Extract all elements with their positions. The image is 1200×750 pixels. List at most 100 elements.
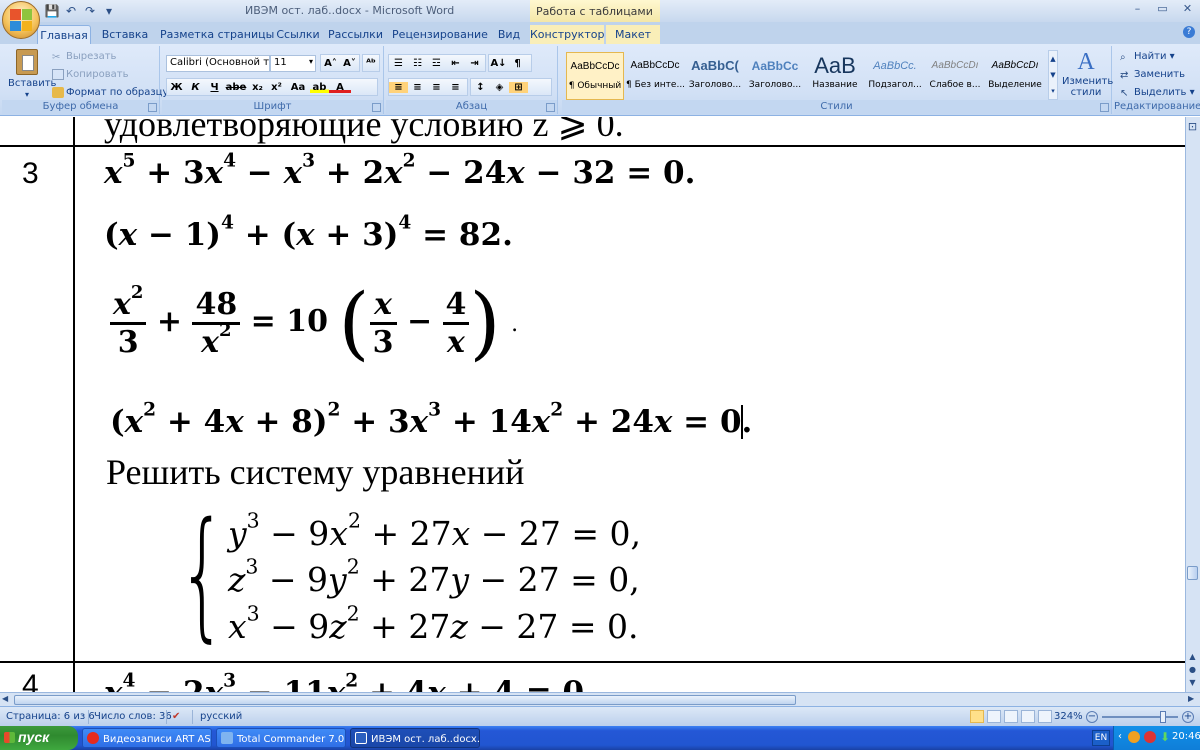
tray-opera-icon[interactable] <box>1144 731 1156 743</box>
underline-button[interactable]: Ч <box>205 82 224 93</box>
bold-button[interactable]: Ж <box>167 82 186 93</box>
zoom-slider-thumb[interactable] <box>1160 711 1166 723</box>
scroll-down-icon[interactable]: ▼ <box>1187 678 1198 687</box>
clipboard-dialog-launcher[interactable] <box>148 103 157 112</box>
redo-icon[interactable]: ↷ <box>82 3 98 19</box>
style-tile-no-spacing[interactable]: AaBbCcDc ¶ Без инте... <box>626 52 684 100</box>
zoom-level[interactable]: 324% <box>1054 711 1083 722</box>
word-count[interactable]: Число слов: 36 <box>94 711 172 722</box>
style-tile-subtitle[interactable]: AaBbCc. Подзагол... <box>866 52 924 100</box>
increase-indent-icon[interactable]: ⇥ <box>465 58 484 69</box>
paragraph-dialog-launcher[interactable] <box>546 103 555 112</box>
font-color-icon[interactable]: A <box>329 81 351 93</box>
scroll-right-icon[interactable]: ▶ <box>1188 694 1194 703</box>
customize-qat-icon[interactable]: ▾ <box>101 3 117 19</box>
tab-design[interactable]: Конструктор <box>530 25 604 44</box>
scroll-up-icon[interactable]: ▲ <box>1187 652 1198 661</box>
taskbar-item-video[interactable]: Видеозаписи ART AS... <box>82 728 212 748</box>
taskbar-item-word[interactable]: ИВЭМ ост. лаб..docx... <box>350 728 480 748</box>
zoom-in-icon[interactable]: + <box>1182 711 1194 723</box>
tab-insert[interactable]: Вставка <box>96 25 154 44</box>
show-marks-icon[interactable]: ¶ <box>508 58 527 69</box>
align-left-icon[interactable]: ≡ <box>389 81 408 93</box>
style-tile-emphasis[interactable]: AaBbCcDı Выделение <box>986 52 1044 100</box>
zoom-out-icon[interactable]: − <box>1086 711 1098 723</box>
office-button[interactable] <box>2 1 40 39</box>
styles-gallery-scroll[interactable]: ▲ ▼ ▾ <box>1048 50 1058 100</box>
style-tile-heading2[interactable]: AaBbCc Заголово... <box>746 52 804 100</box>
draft-view-icon[interactable] <box>1038 710 1052 723</box>
outline-view-icon[interactable] <box>1021 710 1035 723</box>
clock[interactable]: 20:46 <box>1172 731 1200 742</box>
browse-object-icon[interactable]: ● <box>1187 665 1198 674</box>
tab-mailings[interactable]: Рассылки <box>328 25 383 44</box>
tab-references[interactable]: Ссылки <box>274 25 322 44</box>
tab-review[interactable]: Рецензирование <box>390 25 490 44</box>
page-indicator[interactable]: Страница: 6 из 6 <box>6 711 95 722</box>
replace-button[interactable]: ⇄ Заменить <box>1120 68 1185 81</box>
paste-button[interactable]: Вставить ▾ <box>8 49 56 99</box>
taskbar-item-total-commander[interactable]: Total Commander 7.0... <box>216 728 346 748</box>
paste-dropdown-icon[interactable]: ▾ <box>8 90 46 99</box>
numbering-icon[interactable]: ☷ <box>408 58 427 69</box>
horizontal-scrollbar[interactable]: ◀ ▶ <box>0 692 1200 706</box>
bullets-icon[interactable]: ☰ <box>389 58 408 69</box>
clear-formatting-button[interactable]: ᴬᵇ <box>362 54 380 72</box>
line-spacing-icon[interactable]: ↕ <box>471 82 490 93</box>
tab-view[interactable]: Вид <box>494 25 524 44</box>
font-size-combo[interactable]: 11 ▾ <box>270 55 316 72</box>
decrease-indent-icon[interactable]: ⇤ <box>446 58 465 69</box>
document-area[interactable]: удовлетворяющие условию z ⩾ 0. 3 x5 + 3x… <box>0 117 1185 692</box>
grow-font-icon[interactable]: A˄ <box>321 58 340 69</box>
highlight-icon[interactable]: ab <box>310 81 329 93</box>
tab-page-layout[interactable]: Разметка страницы <box>160 25 274 44</box>
tray-expand-icon[interactable]: ‹ <box>1118 731 1122 742</box>
print-layout-view-icon[interactable] <box>970 710 984 723</box>
cut-button[interactable]: ✂ Вырезать <box>52 50 116 63</box>
multilevel-list-icon[interactable]: ☲ <box>427 58 446 69</box>
scroll-left-icon[interactable]: ◀ <box>2 694 8 703</box>
full-screen-view-icon[interactable] <box>987 710 1001 723</box>
change-case-button[interactable]: Aa <box>286 82 310 93</box>
change-styles-button[interactable]: A Изменить стили <box>1062 48 1113 98</box>
vertical-scrollbar[interactable] <box>1185 117 1200 692</box>
font-name-combo[interactable]: Calibri (Основной те <box>166 55 270 72</box>
align-right-icon[interactable]: ≡ <box>427 82 446 93</box>
vertical-scroll-thumb[interactable] <box>1187 566 1198 580</box>
style-tile-subtle-emphasis[interactable]: AaBbCcDı Слабое в... <box>926 52 984 100</box>
shading-icon[interactable]: ◈ <box>490 82 509 93</box>
tab-layout[interactable]: Макет <box>606 25 660 44</box>
find-button[interactable]: ⌕ Найти ▾ <box>1120 50 1175 63</box>
styles-dialog-launcher[interactable] <box>1100 103 1109 112</box>
proofing-icon[interactable]: ✔ <box>172 711 180 722</box>
italic-button[interactable]: К <box>186 82 205 93</box>
horizontal-scroll-thumb[interactable] <box>14 695 796 705</box>
help-icon[interactable]: ? <box>1183 26 1195 38</box>
subscript-button[interactable]: x₂ <box>248 82 267 93</box>
align-center-icon[interactable]: ≡ <box>408 82 427 93</box>
maximize-button[interactable]: ▭ <box>1150 2 1175 19</box>
tray-download-icon[interactable]: ⬇ <box>1160 730 1170 744</box>
style-tile-title[interactable]: AaB Название <box>806 52 864 100</box>
superscript-button[interactable]: x² <box>267 82 286 93</box>
minimize-button[interactable]: – <box>1125 2 1150 19</box>
tab-home[interactable]: Главная <box>37 25 91 44</box>
ruler-toggle-icon[interactable]: ⊡ <box>1187 120 1198 133</box>
sort-icon[interactable]: A↓ <box>489 58 508 69</box>
close-button[interactable]: ✕ <box>1175 2 1200 19</box>
select-button[interactable]: ↖ Выделить ▾ <box>1120 86 1195 99</box>
undo-icon[interactable]: ↶ <box>63 3 79 19</box>
save-icon[interactable]: 💾 <box>44 3 60 19</box>
font-dialog-launcher[interactable] <box>372 103 381 112</box>
web-layout-view-icon[interactable] <box>1004 710 1018 723</box>
borders-icon[interactable]: ⊞ <box>509 81 528 93</box>
language-bar[interactable]: EN <box>1092 730 1110 746</box>
zoom-slider[interactable] <box>1102 716 1178 718</box>
strikethrough-button[interactable]: abe <box>224 82 248 93</box>
language-indicator[interactable]: русский <box>200 711 242 722</box>
style-tile-heading1[interactable]: AaBbC( Заголово... <box>686 52 744 100</box>
format-painter-button[interactable]: Формат по образцу <box>52 86 168 99</box>
shrink-font-icon[interactable]: A˅ <box>340 58 359 69</box>
style-tile-normal[interactable]: AaBbCcDc ¶ Обычный <box>566 52 624 100</box>
tray-app-icon[interactable] <box>1128 731 1140 743</box>
